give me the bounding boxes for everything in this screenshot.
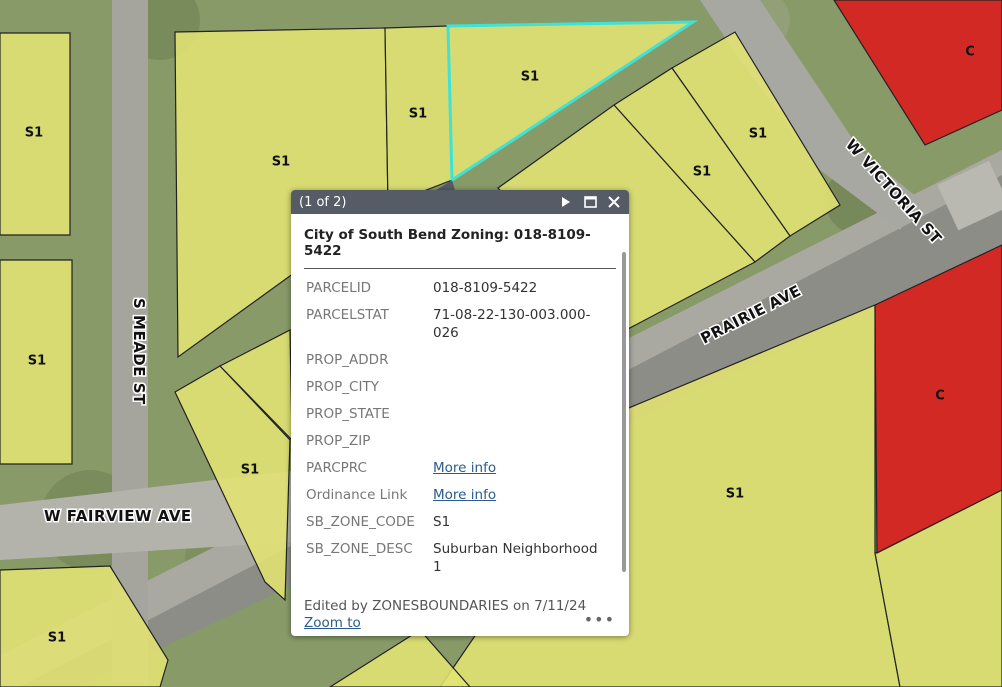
- ordinance-more-info-link[interactable]: More info: [433, 487, 496, 503]
- popup-title: City of South Bend Zoning: 018-8109-5422: [304, 227, 616, 269]
- attribute-row: SB_ZONE_CODE S1: [306, 513, 608, 540]
- edited-info: Edited by ZONESBOUNDARIES on 7/11/24: [304, 598, 587, 614]
- attribute-value: S1: [433, 514, 451, 530]
- zone-label: S1: [25, 126, 43, 141]
- zone-label: S1: [749, 127, 767, 142]
- attribute-row: PARCELID 018-8109-5422: [306, 279, 608, 306]
- zone-label: C: [965, 45, 975, 60]
- attribute-row: PARCPRC More info: [306, 459, 608, 486]
- zoom-to-link[interactable]: Zoom to: [304, 615, 361, 632]
- info-popup: (1 of 2) City of South Bend Zoning: 018-…: [291, 190, 629, 636]
- attribute-row: PROP_CITY: [306, 378, 608, 405]
- parcprc-more-info-link[interactable]: More info: [433, 460, 496, 476]
- zone-label: C: [935, 389, 945, 404]
- attribute-key: PROP_STATE: [306, 406, 390, 422]
- popup-header: (1 of 2): [291, 190, 629, 214]
- feature-count: (1 of 2): [299, 194, 347, 210]
- attribute-row: PARCELSTAT 71-08-22-130-003.000-026: [306, 306, 608, 351]
- attribute-key: PARCELSTAT: [306, 307, 389, 323]
- attribute-key: PROP_CITY: [306, 379, 379, 395]
- attribute-value: [433, 432, 608, 459]
- zone-label: S1: [241, 463, 259, 478]
- attribute-row: PROP_STATE: [306, 405, 608, 432]
- zone-label: S1: [48, 631, 66, 646]
- popup-footer: Edited by ZONESBOUNDARIES on 7/11/24 Zoo…: [304, 598, 617, 632]
- zone-label: S1: [272, 155, 290, 170]
- street-label-w-fairview-ave: W FAIRVIEW AVE: [44, 507, 192, 525]
- attribute-value: [433, 351, 608, 378]
- street-label-s-meade-st: S MEADE ST: [130, 298, 148, 405]
- zone-label: S1: [409, 107, 427, 122]
- attribute-key: PROP_ADDR: [306, 352, 389, 368]
- attribute-key: SB_ZONE_CODE: [306, 514, 415, 530]
- next-arrow-icon[interactable]: [557, 193, 575, 211]
- attribute-row: PROP_ADDR: [306, 351, 608, 378]
- attribute-value: 71-08-22-130-003.000-026: [433, 307, 591, 341]
- attribute-key: PROP_ZIP: [306, 433, 371, 449]
- attribute-table: PARCELID 018-8109-5422 PARCELSTAT 71-08-…: [306, 279, 608, 585]
- more-options-icon[interactable]: •••: [584, 610, 615, 629]
- zone-label: S1: [28, 354, 46, 369]
- attribute-row: Ordinance Link More info: [306, 486, 608, 513]
- attribute-key: PARCPRC: [306, 460, 367, 476]
- attribute-value: Suburban Neighborhood 1: [433, 541, 598, 575]
- zone-label: S1: [726, 487, 744, 502]
- attribute-key: Ordinance Link: [306, 487, 408, 503]
- attribute-row: PROP_ZIP: [306, 432, 608, 459]
- attribute-row: SB_ZONE_DESC Suburban Neighborhood 1: [306, 540, 608, 585]
- attribute-value: 018-8109-5422: [433, 280, 538, 296]
- attribute-key: SB_ZONE_DESC: [306, 541, 413, 557]
- popup-scrollbar[interactable]: [622, 252, 626, 572]
- zone-label: S1: [693, 165, 711, 180]
- close-icon[interactable]: [605, 193, 623, 211]
- zone-label: S1: [521, 70, 539, 85]
- attribute-key: PARCELID: [306, 280, 372, 296]
- attribute-value: [433, 378, 608, 405]
- maximize-icon[interactable]: [581, 193, 599, 211]
- attribute-value: [433, 405, 608, 432]
